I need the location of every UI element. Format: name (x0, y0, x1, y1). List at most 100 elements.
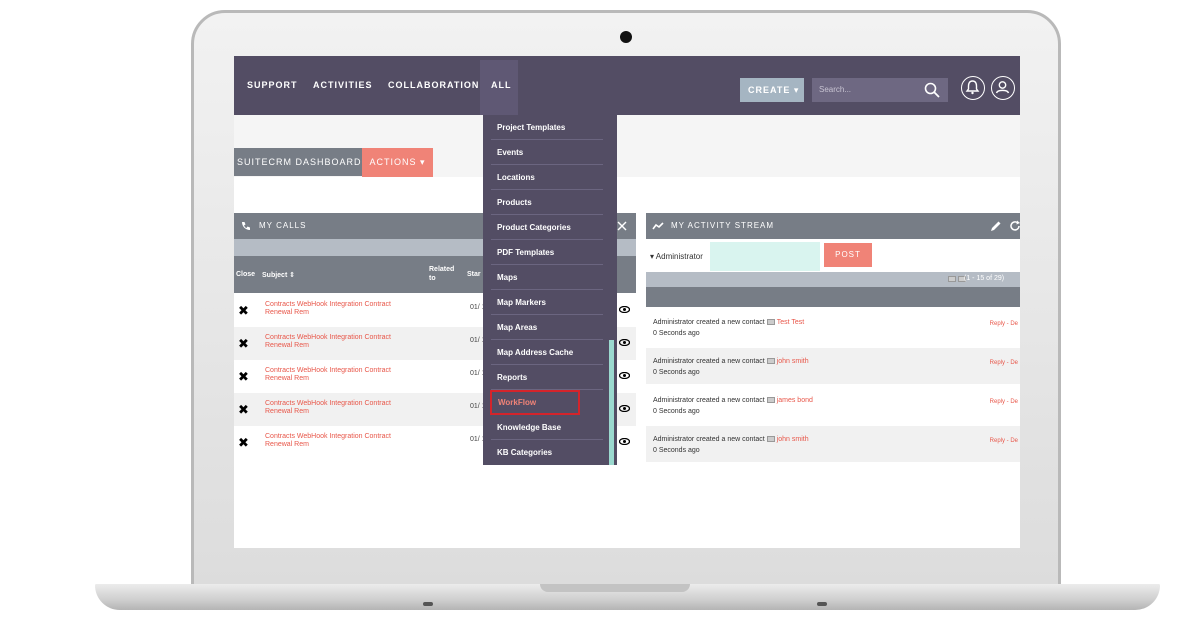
activity-text: Administrator created a new contact Test … (653, 319, 804, 326)
activity-action: created a new contact (696, 397, 765, 404)
call-subject-link[interactable]: Contracts WebHook Integration Contract R… (265, 433, 415, 449)
close-icon[interactable] (617, 221, 627, 231)
reply-link[interactable]: Reply - De (990, 399, 1018, 405)
activity-action: created a new contact (696, 436, 765, 443)
nav-all[interactable]: ALL (491, 80, 512, 90)
col-close: Close (236, 271, 256, 278)
laptop-foot (817, 602, 827, 606)
activity-time: 0 Seconds ago (653, 369, 700, 376)
menu-item-workflow[interactable]: WorkFlow (490, 390, 580, 415)
pencil-icon[interactable] (990, 220, 1002, 232)
activity-column-bar (646, 287, 1020, 307)
app-screen: SUPPORT ACTIVITIES COLLABORATION ALL CRE… (234, 56, 1020, 548)
contact-icon (766, 358, 775, 365)
menu-item-map-areas[interactable]: Map Areas (491, 315, 603, 340)
dropdown-scrollbar[interactable] (609, 340, 614, 465)
notification-button[interactable] (961, 76, 985, 100)
refresh-icon[interactable] (1009, 220, 1020, 232)
my-calls-title: MY CALLS (259, 221, 307, 230)
top-navbar: SUPPORT ACTIVITIES COLLABORATION ALL CRE… (234, 56, 1020, 115)
pager-first-icon[interactable] (948, 276, 956, 282)
col-related-to: Related to (429, 266, 455, 282)
activity-entry: Administrator created a new contact Test … (646, 309, 1020, 345)
activity-entry: Administrator created a new contact john … (646, 426, 1020, 462)
user-icon (995, 81, 1010, 94)
eye-icon[interactable] (619, 306, 630, 313)
activity-time: 0 Seconds ago (653, 330, 700, 337)
call-subject-link[interactable]: Contracts WebHook Integration Contract R… (265, 367, 415, 383)
reply-link[interactable]: Reply - De (990, 438, 1018, 444)
all-modules-dropdown: Project Templates Events Locations Produ… (483, 115, 617, 465)
activity-time: 0 Seconds ago (653, 447, 700, 454)
nav-support[interactable]: SUPPORT (247, 80, 298, 90)
phone-icon (242, 222, 250, 230)
activity-actor[interactable]: Administrator (653, 436, 694, 443)
menu-item-products[interactable]: Products (491, 190, 603, 215)
bell-icon (965, 80, 980, 95)
close-icon[interactable]: ✖ (238, 402, 249, 418)
activity-contact-link[interactable]: james bond (777, 397, 813, 404)
contact-icon (766, 397, 775, 404)
menu-item-knowledge-base[interactable]: Knowledge Base (491, 415, 603, 440)
activity-entry: Administrator created a new contact james… (646, 387, 1020, 423)
search-icon[interactable] (924, 82, 940, 98)
menu-item-locations[interactable]: Locations (491, 165, 603, 190)
close-icon[interactable]: ✖ (238, 369, 249, 385)
eye-icon[interactable] (619, 339, 630, 346)
menu-item-maps[interactable]: Maps (491, 265, 603, 290)
eye-icon[interactable] (619, 438, 630, 445)
activity-user-label: ▾ Administrator (650, 252, 703, 261)
menu-item-map-address-cache[interactable]: Map Address Cache (491, 340, 603, 365)
activity-action: created a new contact (696, 358, 765, 365)
close-icon[interactable]: ✖ (238, 336, 249, 352)
activity-contact-link[interactable]: Test Test (777, 319, 805, 326)
nav-collaboration[interactable]: COLLABORATION (388, 80, 479, 90)
activity-actor[interactable]: Administrator (653, 358, 694, 365)
call-subject-link[interactable]: Contracts WebHook Integration Contract R… (265, 334, 415, 350)
activity-contact-link[interactable]: john smith (777, 358, 809, 365)
activity-contact-link[interactable]: john smith (777, 436, 809, 443)
activity-text: Administrator created a new contact john … (653, 358, 809, 365)
activity-text: Administrator created a new contact james… (653, 397, 813, 404)
laptop-foot (423, 602, 433, 606)
activity-post-input[interactable] (710, 242, 820, 271)
activity-actor[interactable]: Administrator (653, 319, 694, 326)
close-icon[interactable]: ✖ (238, 303, 249, 319)
call-subject-link[interactable]: Contracts WebHook Integration Contract R… (265, 301, 415, 317)
call-subject-link[interactable]: Contracts WebHook Integration Contract R… (265, 400, 415, 416)
activity-text: Administrator created a new contact john … (653, 436, 809, 443)
activity-stream-title: MY ACTIVITY STREAM (671, 221, 775, 230)
nav-activities[interactable]: ACTIVITIES (313, 80, 373, 90)
activity-entry: Administrator created a new contact john … (646, 348, 1020, 384)
user-menu-button[interactable] (991, 76, 1015, 100)
menu-item-map-markers[interactable]: Map Markers (491, 290, 603, 315)
menu-item-events[interactable]: Events (491, 140, 603, 165)
reply-link[interactable]: Reply - De (990, 321, 1018, 327)
actions-button[interactable]: ACTIONS ▾ (362, 148, 433, 177)
laptop-notch (540, 584, 690, 592)
eye-icon[interactable] (619, 372, 630, 379)
post-button[interactable]: POST (824, 243, 872, 267)
col-subject[interactable]: Subject ⇕ (262, 271, 295, 279)
menu-item-product-categories[interactable]: Product Categories (491, 215, 603, 240)
create-button[interactable]: CREATE ▾ (740, 78, 804, 102)
activity-user-name: Administrator (655, 252, 703, 261)
activity-icon (652, 222, 664, 230)
menu-item-pdf-templates[interactable]: PDF Templates (491, 240, 603, 265)
webcam (620, 31, 632, 43)
col-start: Star (467, 271, 481, 278)
contact-icon (766, 436, 775, 443)
activity-action: created a new contact (696, 319, 765, 326)
activity-stream-header: MY ACTIVITY STREAM (646, 213, 1020, 239)
reply-link[interactable]: Reply - De (990, 360, 1018, 366)
menu-item-project-templates[interactable]: Project Templates (491, 115, 603, 140)
close-icon[interactable]: ✖ (238, 435, 249, 451)
pager-count: (1 - 15 of 29) (964, 275, 1005, 282)
eye-icon[interactable] (619, 405, 630, 412)
menu-item-reports[interactable]: Reports (491, 365, 603, 390)
menu-item-kb-categories[interactable]: KB Categories (491, 440, 603, 465)
contact-icon (766, 319, 775, 326)
activity-time: 0 Seconds ago (653, 408, 700, 415)
tab-suitecrm-dashboard[interactable]: SUITECRM DASHBOARD (234, 148, 362, 176)
activity-actor[interactable]: Administrator (653, 397, 694, 404)
